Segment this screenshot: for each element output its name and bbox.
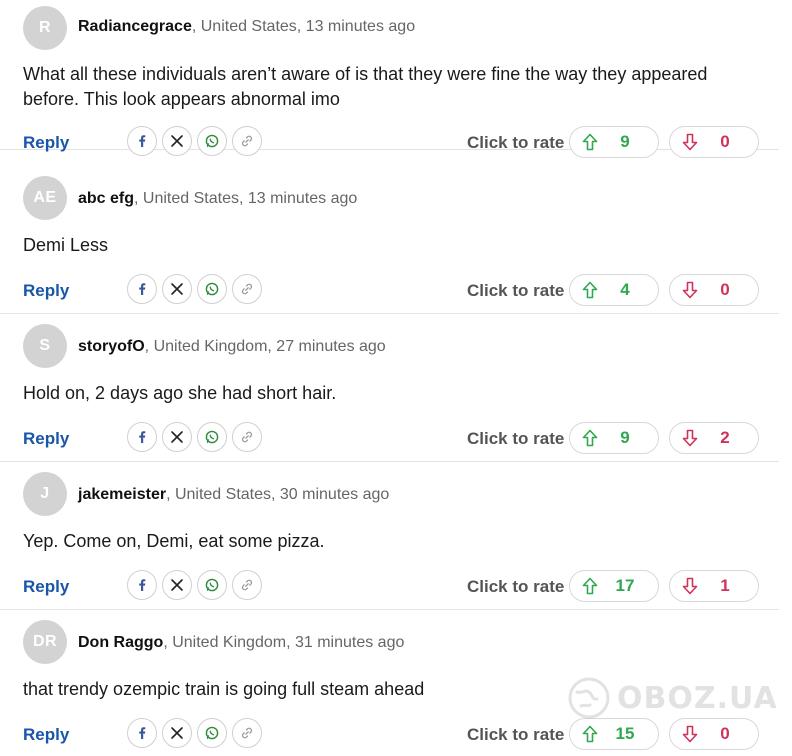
rate-label: Click to rate <box>467 725 565 744</box>
downvote-count: 2 <box>720 428 730 447</box>
avatar: DR <box>23 620 67 664</box>
downvote-button[interactable]: 2 <box>669 422 759 454</box>
upvote-button[interactable]: 9 <box>569 126 659 158</box>
arrow-down-icon <box>682 429 698 447</box>
author-name[interactable]: storyofO <box>78 338 145 355</box>
upvote-count: 9 <box>620 132 630 151</box>
location-time: , United States, 13 minutes ago <box>191 18 416 35</box>
upvote-button[interactable]: 9 <box>569 422 659 454</box>
rate-label: Click to rate <box>467 281 565 300</box>
location-time: , United Kingdom, 31 minutes ago <box>163 634 405 651</box>
comment-meta: storyofO, United Kingdom, 27 minutes ago <box>78 338 386 356</box>
reply-button[interactable]: Reply <box>23 133 69 153</box>
link-icon[interactable] <box>232 718 262 748</box>
reply-button[interactable]: Reply <box>23 281 69 301</box>
arrow-up-icon <box>582 577 598 595</box>
reply-button[interactable]: Reply <box>23 429 69 449</box>
avatar: J <box>23 472 67 516</box>
upvote-button[interactable]: 17 <box>569 570 659 602</box>
share-buttons <box>127 422 262 452</box>
author-name[interactable]: jakemeister <box>78 486 166 503</box>
facebook-icon[interactable] <box>127 126 157 156</box>
downvote-count: 0 <box>720 724 730 743</box>
whatsapp-icon[interactable] <box>197 718 227 748</box>
x-icon[interactable] <box>162 570 192 600</box>
facebook-icon[interactable] <box>127 274 157 304</box>
author-name[interactable]: abc efg <box>78 190 134 207</box>
share-buttons <box>127 570 262 600</box>
downvote-button[interactable]: 0 <box>669 274 759 306</box>
downvote-count: 0 <box>720 132 730 151</box>
whatsapp-icon[interactable] <box>197 570 227 600</box>
whatsapp-icon[interactable] <box>197 274 227 304</box>
avatar: S <box>23 324 67 368</box>
x-icon[interactable] <box>162 718 192 748</box>
link-icon[interactable] <box>232 570 262 600</box>
arrow-down-icon <box>682 133 698 151</box>
link-icon[interactable] <box>232 422 262 452</box>
location-time: , United States, 13 minutes ago <box>134 190 358 207</box>
upvote-button[interactable]: 15 <box>569 718 659 750</box>
upvote-count: 9 <box>620 428 630 447</box>
comment: AE abc efg, United States, 13 minutes ag… <box>0 166 779 314</box>
share-buttons <box>127 718 262 748</box>
x-icon[interactable] <box>162 126 192 156</box>
comment-meta: Don Raggo, United Kingdom, 31 minutes ag… <box>78 634 404 652</box>
comment-text: Yep. Come on, Demi, eat some pizza. <box>23 531 325 551</box>
downvote-button[interactable]: 0 <box>669 718 759 750</box>
comment: S storyofO, United Kingdom, 27 minutes a… <box>0 314 779 462</box>
whatsapp-icon[interactable] <box>197 126 227 156</box>
arrow-up-icon <box>582 725 598 743</box>
x-icon[interactable] <box>162 274 192 304</box>
location-time: , United Kingdom, 27 minutes ago <box>144 338 386 355</box>
avatar: AE <box>23 176 67 220</box>
location-time: , United States, 30 minutes ago <box>166 486 390 503</box>
rate-label: Click to rate <box>467 429 565 448</box>
arrow-down-icon <box>682 577 698 595</box>
comment-meta: Radiancegrace, United States, 13 minutes… <box>78 18 415 36</box>
arrow-down-icon <box>682 281 698 299</box>
downvote-button[interactable]: 1 <box>669 570 759 602</box>
facebook-icon[interactable] <box>127 570 157 600</box>
facebook-icon[interactable] <box>127 422 157 452</box>
facebook-icon[interactable] <box>127 718 157 748</box>
upvote-button[interactable]: 4 <box>569 274 659 306</box>
comment: R Radiancegrace, United States, 13 minut… <box>0 2 779 158</box>
arrow-down-icon <box>682 725 698 743</box>
author-name[interactable]: Radiancegrace <box>78 18 192 35</box>
comment-text: Demi Less <box>23 235 109 255</box>
reply-button[interactable]: Reply <box>23 577 69 597</box>
downvote-count: 1 <box>720 576 730 595</box>
arrow-up-icon <box>582 281 598 299</box>
share-buttons <box>127 126 262 156</box>
whatsapp-icon[interactable] <box>197 422 227 452</box>
link-icon[interactable] <box>232 274 262 304</box>
author-name[interactable]: Don Raggo <box>78 634 163 651</box>
comment-text: Hold on, 2 days ago she had short hair. <box>23 383 337 403</box>
rate-label: Click to rate <box>467 133 565 152</box>
avatar: R <box>23 6 67 50</box>
upvote-count: 4 <box>620 280 630 299</box>
upvote-count: 17 <box>615 576 635 595</box>
downvote-button[interactable]: 0 <box>669 126 759 158</box>
link-icon[interactable] <box>232 126 262 156</box>
reply-button[interactable]: Reply <box>23 725 69 745</box>
share-buttons <box>127 274 262 304</box>
rate-label: Click to rate <box>467 577 565 596</box>
arrow-up-icon <box>582 429 598 447</box>
comment-meta: abc efg, United States, 13 minutes ago <box>78 190 357 208</box>
downvote-count: 0 <box>720 280 730 299</box>
comment: DR Don Raggo, United Kingdom, 31 minutes… <box>0 610 779 756</box>
arrow-up-icon <box>582 133 598 151</box>
x-icon[interactable] <box>162 422 192 452</box>
comment-meta: jakemeister, United States, 30 minutes a… <box>78 486 389 504</box>
comment-text: What all these individuals aren’t aware … <box>23 64 708 109</box>
upvote-count: 15 <box>615 724 635 743</box>
comment-text: that trendy ozempic train is going full … <box>23 679 425 699</box>
comment: J jakemeister, United States, 30 minutes… <box>0 462 779 610</box>
